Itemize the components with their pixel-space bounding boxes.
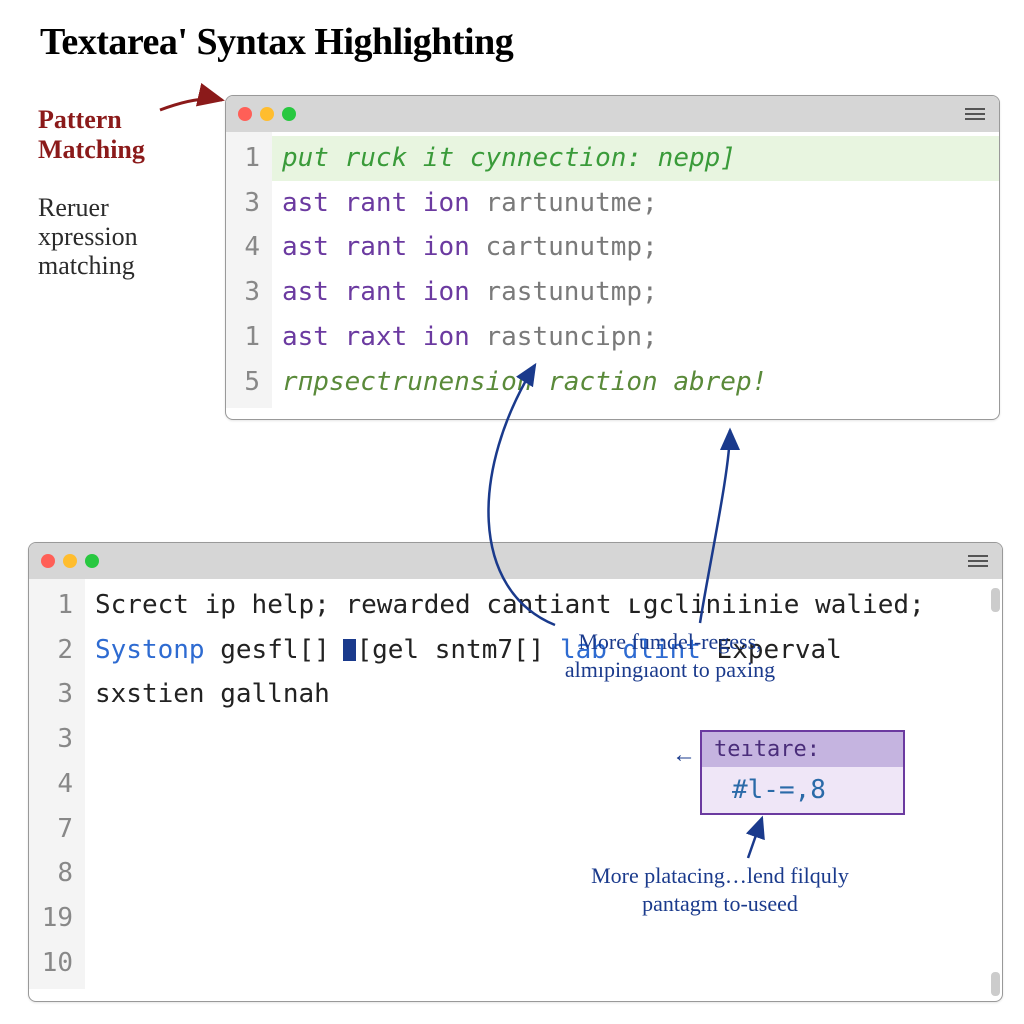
close-icon[interactable] <box>238 107 252 121</box>
code-line: ast rant ion rartunutme; <box>282 188 658 218</box>
scrollbar[interactable] <box>991 972 1000 996</box>
annotation-more-fumdel: More fumdel-regess, almıpingıaont to pax… <box>510 628 830 683</box>
minimize-icon[interactable] <box>260 107 274 121</box>
page-title: Textarea' Syntax Highlighting <box>0 0 1024 64</box>
editor-window-top: 1 3 4 3 1 5 put ruck it cynnection: nepp… <box>225 95 1000 420</box>
titlebar <box>226 96 999 132</box>
text-cursor <box>343 639 356 661</box>
chip-header: teıtare: <box>702 732 903 767</box>
minimize-icon[interactable] <box>63 554 77 568</box>
traffic-lights <box>41 554 99 568</box>
scrollbar[interactable] <box>991 588 1000 612</box>
chip-body: #l-=,8 <box>702 767 903 813</box>
arrow-left-icon: ← <box>672 742 696 769</box>
code-line: rпpsectrunension raction abrep! <box>282 367 767 397</box>
code-line: ast raxt ion rastuncipn; <box>282 322 658 352</box>
traffic-lights <box>238 107 296 121</box>
line-gutter: 1 3 4 3 1 5 <box>226 132 272 408</box>
annotation-more-platacing: More platacing…lend filquly pantagm to-u… <box>545 862 895 917</box>
code-line: ast rant ion cartunutmp; <box>282 232 658 262</box>
label-reruer-expression: Reruer xpression matching <box>38 193 198 280</box>
code-line: rewarded cantiant <box>345 590 611 620</box>
titlebar <box>29 543 1002 579</box>
maximize-icon[interactable] <box>85 554 99 568</box>
code-line: sxstien gallnah <box>95 679 330 709</box>
hamburger-icon[interactable] <box>968 555 988 567</box>
maximize-icon[interactable] <box>282 107 296 121</box>
code-line: Screct ip <box>95 590 236 620</box>
close-icon[interactable] <box>41 554 55 568</box>
code-line: put ruck it cynnection: nepp] <box>272 136 999 181</box>
code-line: ʟgcliniinie walied; <box>627 590 924 620</box>
hamburger-icon[interactable] <box>965 108 985 120</box>
code-line: ast rant ion rastunutmp; <box>282 277 658 307</box>
label-pattern-matching: Pattern Matching <box>38 105 198 165</box>
code-line: Systonp gesfl[] <box>95 635 330 665</box>
line-gutter: 1 2 3 3 4 7 8 19 10 <box>29 579 85 989</box>
code-line: help; <box>252 590 330 620</box>
code-area[interactable]: 1 3 4 3 1 5 put ruck it cynnection: nepp… <box>226 132 999 408</box>
code-chip: teıtare: #l-=,8 <box>700 730 905 815</box>
